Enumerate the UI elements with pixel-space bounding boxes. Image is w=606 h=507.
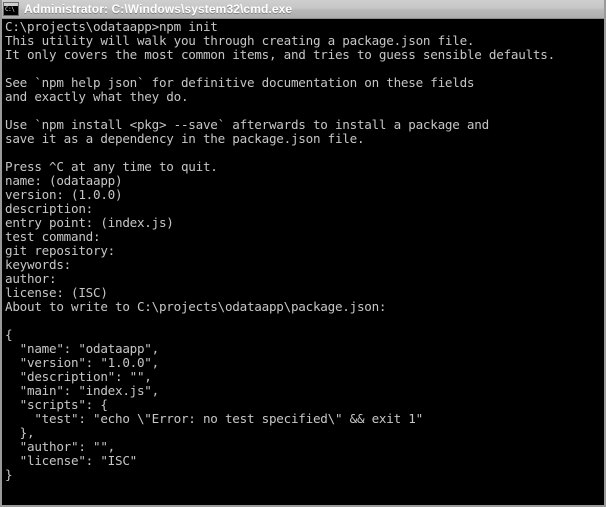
console-client-area[interactable]: C:\projects\odataapp>npm init This utili…: [2, 19, 604, 505]
console-output: C:\projects\odataapp>npm init This utili…: [5, 19, 555, 482]
cmd-window: Administrator: C:\Windows\system32\cmd.e…: [0, 0, 606, 507]
window-title: Administrator: C:\Windows\system32\cmd.e…: [24, 2, 293, 16]
window-titlebar[interactable]: Administrator: C:\Windows\system32\cmd.e…: [2, 0, 604, 19]
cmd-console-icon: [3, 2, 19, 16]
